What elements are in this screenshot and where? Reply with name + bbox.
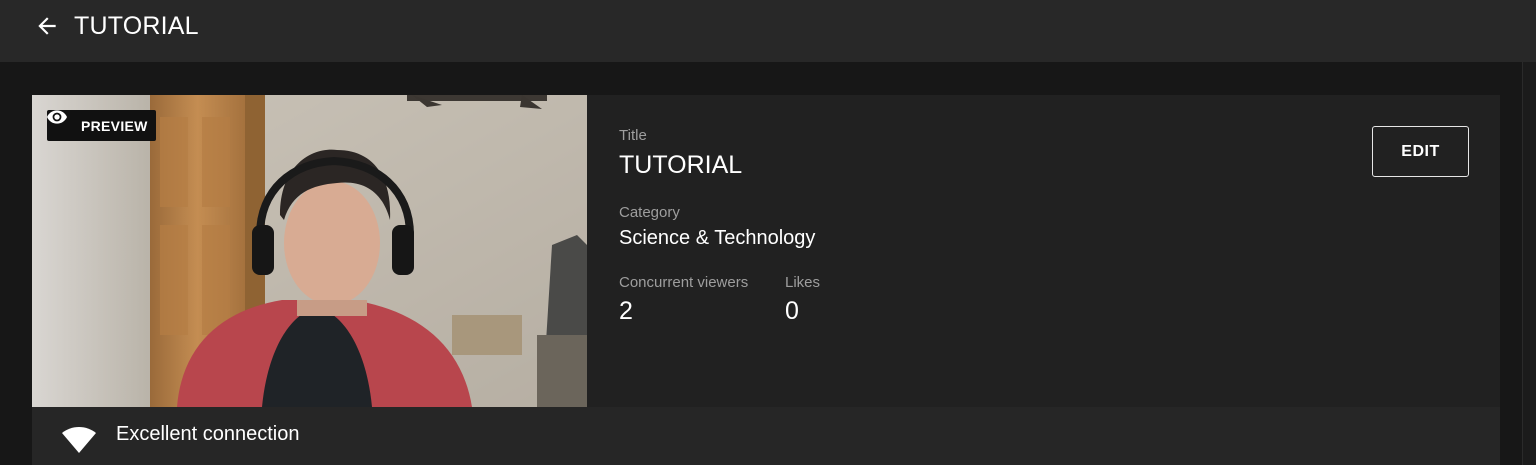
camera-preview: PREVIEW (32, 95, 587, 407)
arrow-left-icon (38, 17, 56, 35)
likes-label: Likes (785, 274, 821, 291)
likes-value: 0 (785, 297, 799, 325)
title-label: Title (619, 127, 647, 144)
stream-card: PREVIEW Title TUTORIAL Category Science … (32, 95, 1500, 465)
eye-icon (47, 110, 75, 133)
page-title: TUTORIAL (74, 12, 199, 40)
title-value: TUTORIAL (619, 151, 743, 179)
category-label: Category (619, 204, 680, 221)
connection-status-text: Excellent connection (116, 423, 300, 445)
category-value: Science & Technology (619, 227, 816, 249)
edit-button[interactable]: EDIT (1372, 126, 1469, 177)
connection-status-bar: Excellent connection (32, 407, 1500, 465)
top-bar: TUTORIAL (0, 0, 1536, 62)
concurrent-viewers-value: 2 (619, 297, 633, 325)
scrollbar[interactable] (1522, 62, 1536, 465)
concurrent-viewers-label: Concurrent viewers (619, 274, 749, 291)
preview-badge-label: PREVIEW (81, 117, 148, 134)
preview-badge: PREVIEW (47, 110, 156, 141)
preview-video-frame (32, 95, 587, 407)
main-area: PREVIEW Title TUTORIAL Category Science … (0, 62, 1536, 465)
back-button[interactable] (32, 11, 62, 41)
wifi-icon (62, 427, 96, 453)
